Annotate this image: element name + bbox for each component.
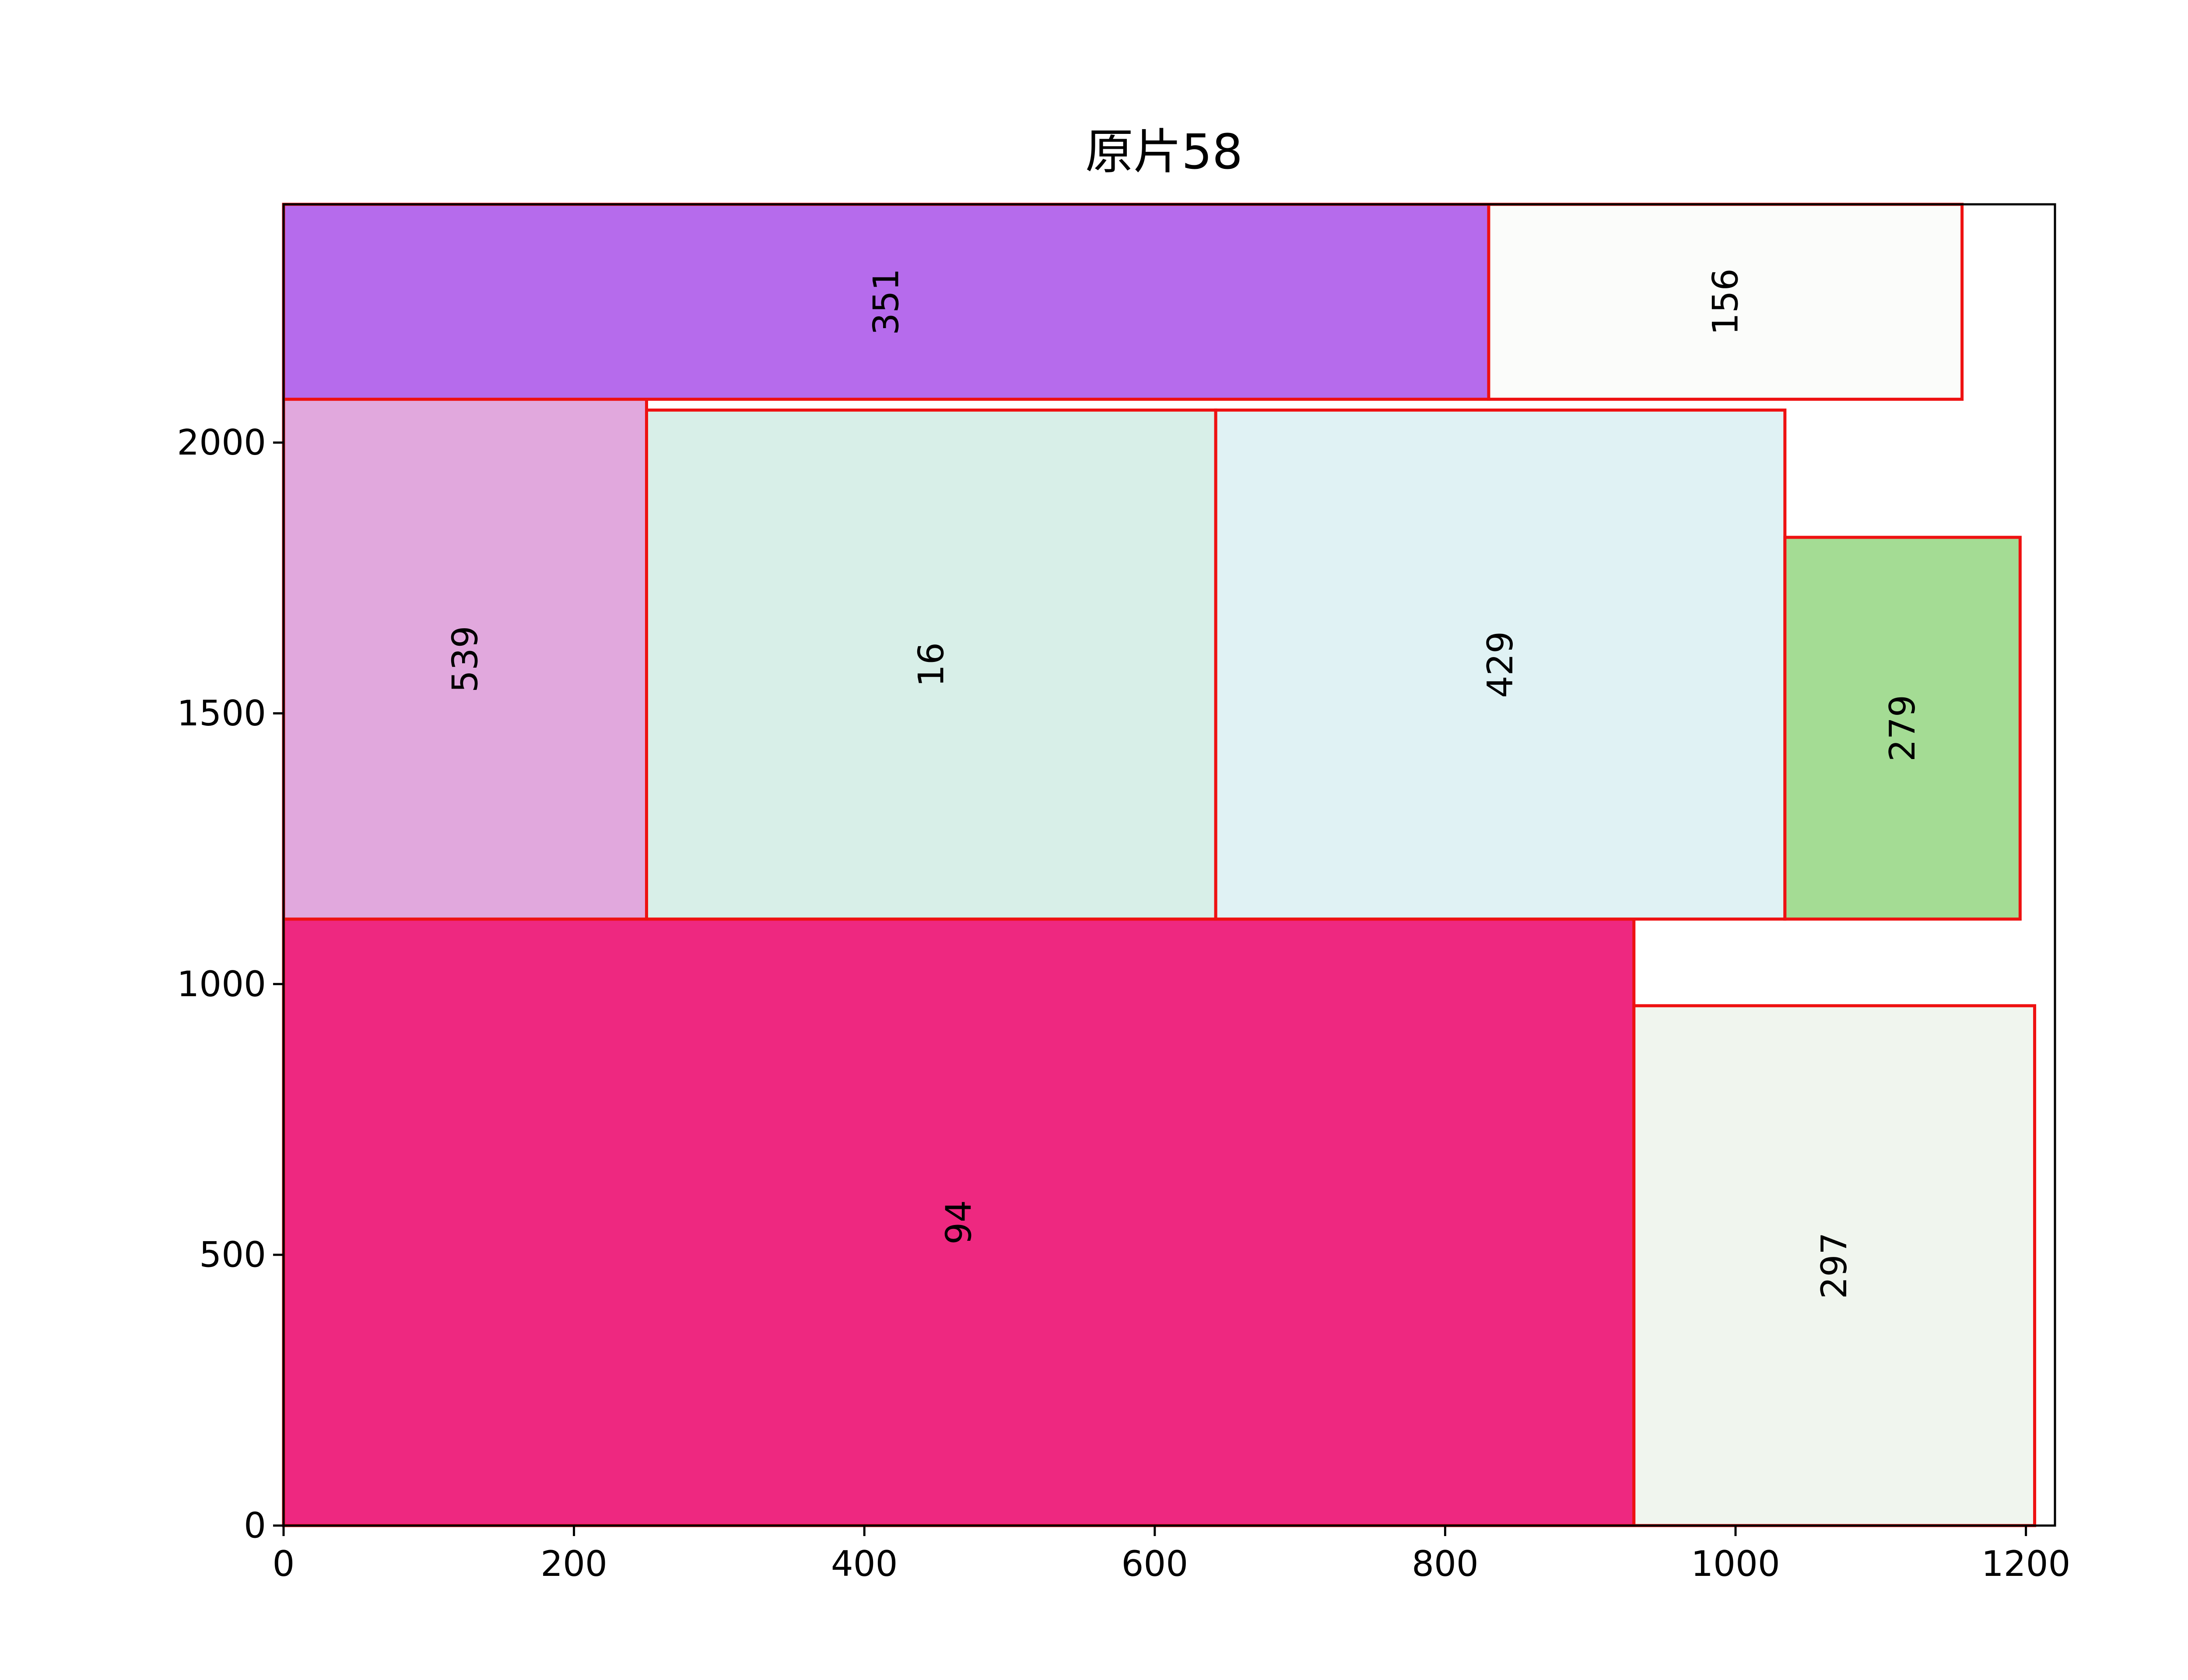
x-tick-label: 1200 <box>1981 1544 2071 1584</box>
piece-label-539: 539 <box>445 626 485 693</box>
y-tick-label: 500 <box>199 1235 266 1275</box>
piece-label-297: 297 <box>1814 1232 1855 1299</box>
y-tick-label: 0 <box>244 1505 266 1546</box>
piece-label-156: 156 <box>1705 268 1746 335</box>
piece-label-16: 16 <box>911 642 951 687</box>
x-tick-label: 800 <box>1412 1544 1479 1584</box>
x-tick-label: 1000 <box>1691 1544 1780 1584</box>
piece-label-94: 94 <box>938 1200 979 1245</box>
x-tick-label: 200 <box>540 1544 607 1584</box>
x-tick-label: 0 <box>273 1544 295 1584</box>
y-tick-label: 1000 <box>177 964 266 1004</box>
packing-chart: 原片58 94 297 539 16 429 279 351 156 0 200 400 600 80… <box>177 124 2071 1584</box>
rectangles-layer <box>282 203 2037 1527</box>
piece-label-351: 351 <box>866 268 906 335</box>
y-tick-label: 1500 <box>177 693 266 734</box>
x-tick-label: 600 <box>1121 1544 1188 1584</box>
y-tick-label: 2000 <box>177 422 266 463</box>
y-axis: 0 500 1000 1500 2000 <box>177 422 284 1546</box>
piece-label-429: 429 <box>1480 631 1521 698</box>
piece-label-279: 279 <box>1882 695 1923 762</box>
x-tick-label: 400 <box>831 1544 898 1584</box>
x-axis: 0 200 400 600 800 1000 1200 <box>273 1526 2071 1584</box>
chart-title: 原片58 <box>1085 124 1243 180</box>
